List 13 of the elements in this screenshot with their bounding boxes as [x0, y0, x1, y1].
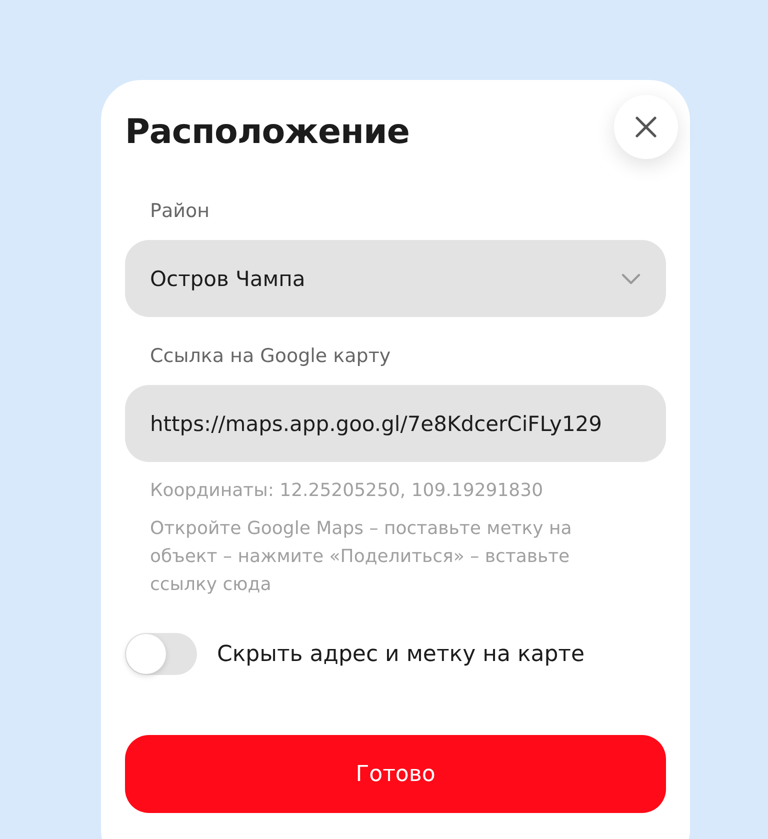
link-field[interactable]: https://maps.app.goo.gl/7e8KdcerCiFLy129: [125, 385, 666, 462]
coordinates-text: Координаты: 12.25205250, 109.19291830: [150, 479, 544, 503]
select-value: Остров Чампа: [150, 266, 306, 290]
help-text: Откройте Google Maps – поставьте метку на объект – нажмите «Поделиться» – вставьте ссылку сюда: [150, 517, 573, 597]
field-label: Район: [150, 200, 210, 224]
district-select[interactable]: Остров Чампа: [125, 240, 666, 317]
toggle-label: Скрыть адрес и метку на карте: [217, 642, 585, 666]
dialog-title: Расположение: [125, 112, 410, 152]
close-icon: [634, 115, 658, 139]
chevron-down-icon: [621, 272, 641, 284]
field-label: Ссылка на Google карту: [150, 345, 392, 369]
done-button[interactable]: Готово: [125, 735, 666, 813]
toggle-switch[interactable]: [125, 633, 197, 675]
